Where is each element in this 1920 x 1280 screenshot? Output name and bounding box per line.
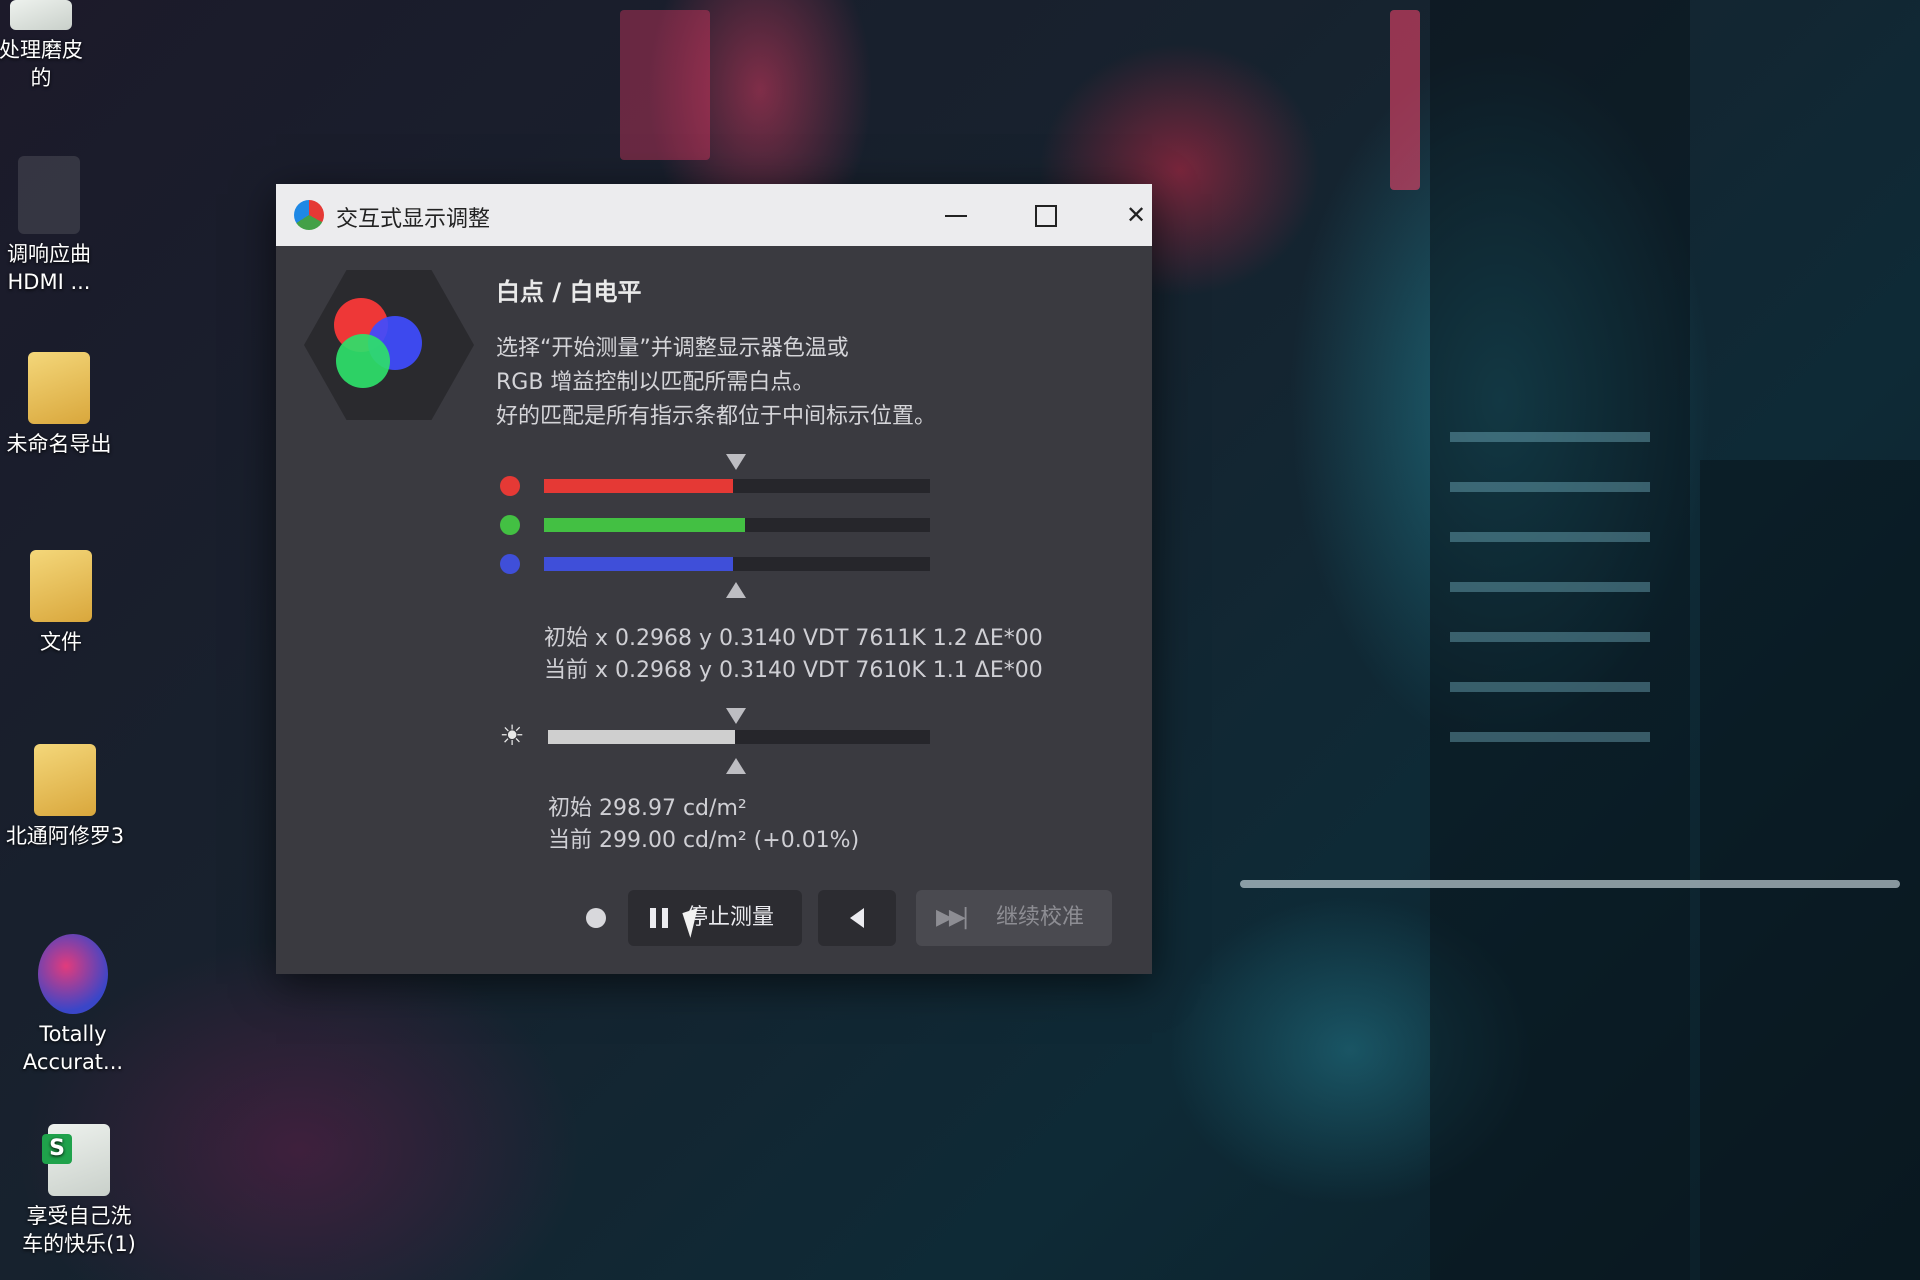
desktop-icon[interactable]: 调响应曲 HDMI ... xyxy=(0,156,114,296)
white-point-current: 当前 x 0.2968 y 0.3140 VDT 7610K 1.1 ΔE*00 xyxy=(544,658,1043,683)
maximize-button[interactable] xyxy=(1016,192,1076,238)
desktop-icon-label: 处理磨皮 xyxy=(0,38,83,62)
green-gain-bar xyxy=(544,518,930,532)
building-windows xyxy=(1450,582,1650,592)
maximize-icon xyxy=(1035,205,1057,227)
close-icon: ✕ xyxy=(1125,201,1147,229)
description-line: RGB 增益控制以匹配所需白点。 xyxy=(496,370,815,395)
building-silhouette xyxy=(1700,460,1920,1280)
game-mask-icon xyxy=(38,934,108,1014)
desktop-icon[interactable]: 未命名导出 xyxy=(0,352,124,458)
red-gain-bar xyxy=(544,479,930,493)
building-windows xyxy=(1450,682,1650,692)
neon-sign xyxy=(1240,880,1900,888)
desktop-icon-label: Accurat... xyxy=(22,1050,124,1074)
skip-forward-icon: ▶▶| xyxy=(936,905,969,930)
desktop-icon[interactable]: 处理磨皮 的 xyxy=(0,0,106,92)
section-heading: 白点 / 白电平 xyxy=(496,278,642,306)
building-windows xyxy=(1450,632,1650,642)
close-button[interactable]: ✕ xyxy=(1106,192,1166,238)
building-windows xyxy=(1450,432,1650,442)
green-channel-dot xyxy=(500,515,520,535)
desktop-icon-label: 车的快乐(1) xyxy=(22,1232,136,1256)
red-channel-dot xyxy=(500,476,520,496)
desktop-icon-label: Totally xyxy=(39,1022,107,1046)
building-windows xyxy=(1450,532,1650,542)
desktop-icon-label: HDMI ... xyxy=(7,270,91,294)
speaker-icon xyxy=(850,908,864,928)
desktop-icon[interactable]: Totally Accurat... xyxy=(8,934,138,1076)
building-windows xyxy=(1450,732,1650,742)
green-gain-fill xyxy=(544,518,745,532)
title-bar[interactable]: 交互式显示调整 ✕ xyxy=(276,184,1152,246)
spreadsheet-icon: S xyxy=(42,1124,110,1196)
red-gain-fill xyxy=(544,479,734,493)
blue-gain-bar xyxy=(544,557,930,571)
minimize-button[interactable] xyxy=(926,192,986,238)
desktop-icon[interactable]: S 享受自己洗 车的快乐(1) xyxy=(14,1124,144,1258)
photo-editor-icon xyxy=(10,0,72,30)
white-point-initial: 初始 x 0.2968 y 0.3140 VDT 7611K 1.2 ΔE*00 xyxy=(544,626,1043,651)
continue-calibration-label: 继续校准 xyxy=(996,905,1085,930)
desktop-icon-label: 调响应曲 xyxy=(7,242,91,266)
target-marker-bottom xyxy=(726,758,746,774)
desktop-icon-label: 北通阿修罗3 xyxy=(5,824,125,848)
desktop-icon[interactable]: 文件 xyxy=(0,550,126,656)
luminance-fill xyxy=(548,730,736,744)
green-circle-icon xyxy=(336,334,390,388)
desktop-icon-label: 文件 xyxy=(40,630,82,654)
description-line: 好的匹配是所有指示条都位于中间标示位置。 xyxy=(496,404,937,429)
target-marker-bottom xyxy=(726,582,746,598)
blue-channel-dot xyxy=(500,554,520,574)
luminance-bar xyxy=(548,730,930,744)
luminance-initial: 初始 298.97 cd/m² xyxy=(548,796,747,821)
neon-sign xyxy=(620,10,710,160)
minimize-icon xyxy=(945,215,967,217)
desktop-icon-label: 未命名导出 xyxy=(6,432,112,456)
audio-toggle-button[interactable] xyxy=(818,890,896,946)
document-icon xyxy=(28,352,90,424)
stop-measurement-button[interactable]: 停止测量 xyxy=(628,890,802,946)
pause-icon xyxy=(650,908,670,928)
desktop-icon-label: 享受自己洗 xyxy=(26,1204,132,1228)
folder-icon xyxy=(30,550,92,622)
blue-gain-fill xyxy=(544,557,734,571)
neon-sign xyxy=(1390,10,1420,190)
description-line: 选择“开始测量”并调整显示器色温或 xyxy=(496,336,849,361)
luminance-current: 当前 299.00 cd/m² (+0.01%) xyxy=(548,828,860,853)
continue-calibration-button[interactable]: ▶▶| 继续校准 xyxy=(916,890,1112,946)
building-windows xyxy=(1450,482,1650,492)
target-marker-top xyxy=(726,454,746,470)
file-icon xyxy=(18,156,80,234)
interactive-display-adjustment-window: 交互式显示调整 ✕ 白点 / 白电平 选择“开始测量”并调整显示器色温或 RGB… xyxy=(276,184,1152,974)
desktop-icon-label: 的 xyxy=(30,66,52,90)
brightness-icon: ☀ xyxy=(499,719,525,752)
measurement-indicator-dot xyxy=(586,908,606,928)
app-logo-icon xyxy=(294,200,324,230)
desktop-icon[interactable]: 北通阿修罗3 xyxy=(0,744,130,850)
window-title: 交互式显示调整 xyxy=(336,207,491,232)
target-marker-top xyxy=(726,708,746,724)
folder-icon xyxy=(34,744,96,816)
